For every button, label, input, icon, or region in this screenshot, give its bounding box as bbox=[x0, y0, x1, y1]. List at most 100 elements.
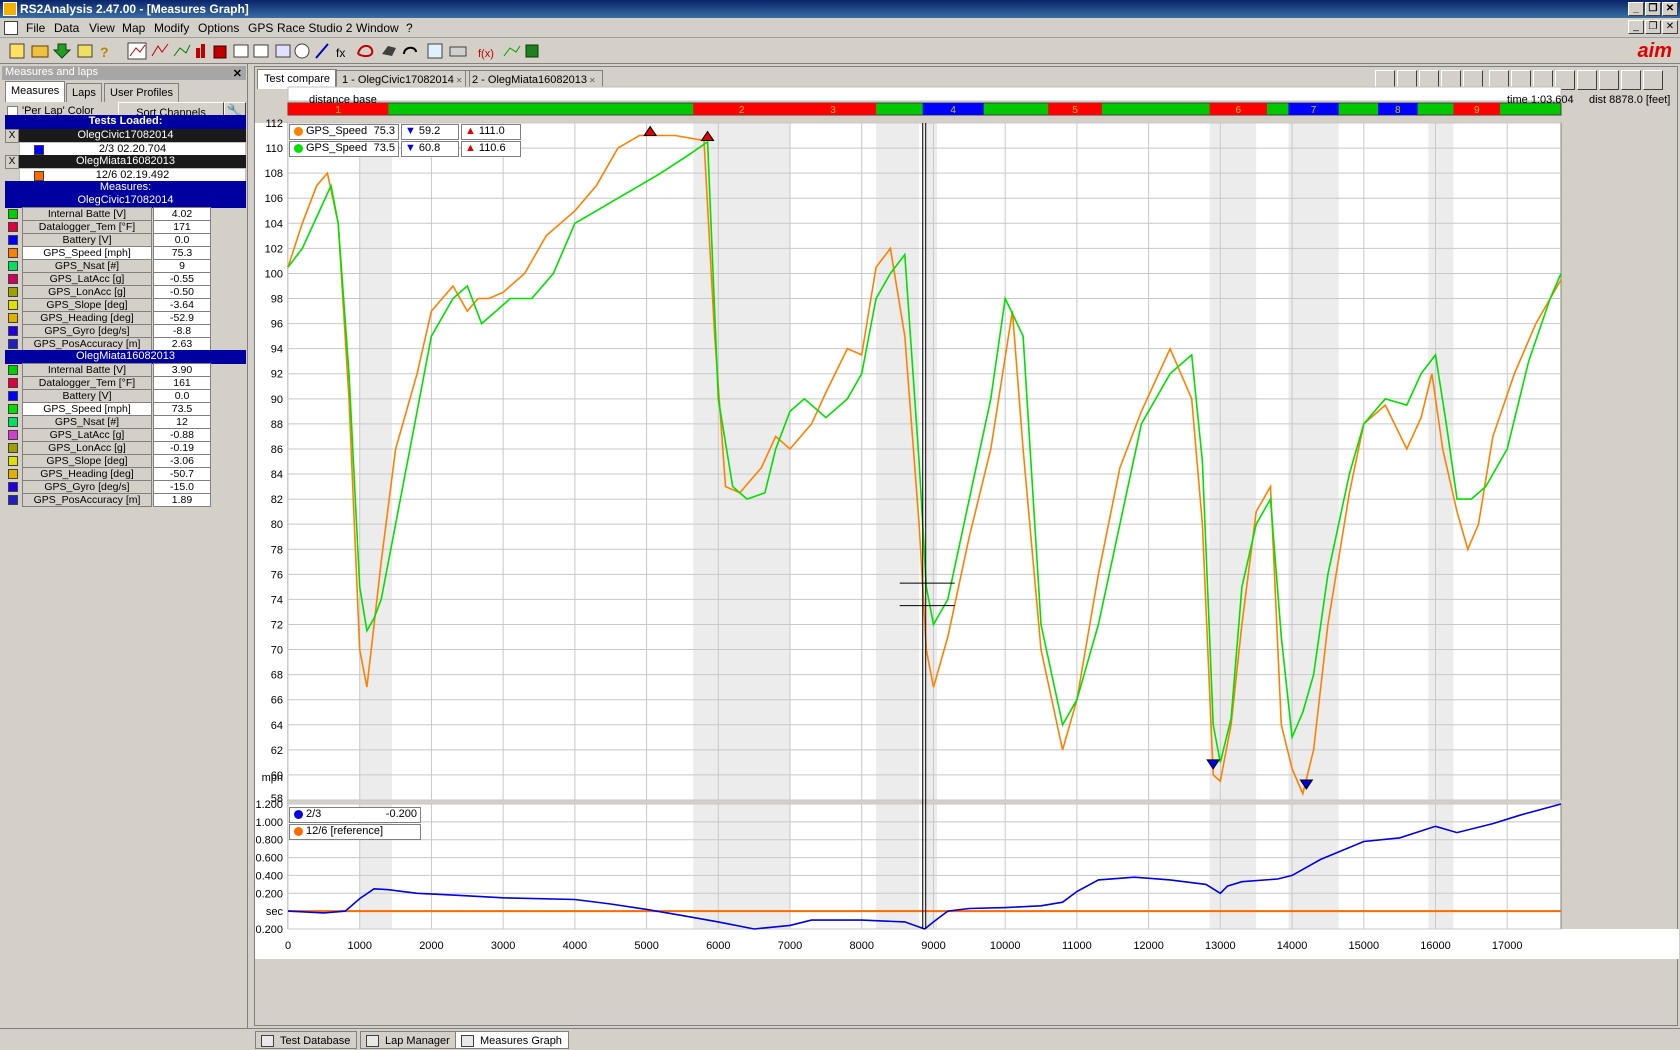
map-icon[interactable] bbox=[382, 46, 396, 56]
channel-name[interactable]: Battery [V] bbox=[22, 389, 152, 403]
bars-icon[interactable] bbox=[196, 44, 205, 58]
channel-name[interactable]: GPS_Nsat [#] bbox=[22, 259, 152, 273]
channel-name[interactable]: GPS_PosAccuracy [m] bbox=[22, 493, 152, 507]
channel-color-swatch[interactable] bbox=[8, 365, 18, 375]
graph-split-icon[interactable] bbox=[173, 44, 191, 57]
channel-color-swatch[interactable] bbox=[8, 222, 18, 232]
histogram-icon[interactable] bbox=[213, 45, 227, 59]
channel-color-swatch[interactable] bbox=[8, 339, 18, 349]
channel-name[interactable]: GPS_LatAcc [g] bbox=[22, 428, 152, 442]
channel-name[interactable]: GPS_LatAcc [g] bbox=[22, 272, 152, 286]
channel-name[interactable]: Battery [V] bbox=[22, 233, 152, 247]
channel-color-swatch[interactable] bbox=[8, 261, 18, 271]
mdi-close-button[interactable]: ✕ bbox=[1662, 20, 1678, 34]
remove-test-icon[interactable]: X bbox=[5, 129, 19, 143]
menu-options[interactable]: Options bbox=[198, 21, 239, 35]
channel-name[interactable]: Internal Batte [V] bbox=[22, 207, 152, 221]
tab-user-profiles[interactable]: User Profiles bbox=[104, 83, 179, 102]
maximize-button[interactable]: ❐ bbox=[1645, 2, 1661, 16]
tab-measures-graph[interactable]: Measures Graph bbox=[455, 1031, 569, 1049]
export-icon[interactable] bbox=[525, 44, 539, 58]
lap-icon[interactable] bbox=[403, 46, 417, 55]
graph-line-icon[interactable] bbox=[127, 42, 147, 60]
tab-laps[interactable]: Laps bbox=[66, 83, 102, 102]
report-icon[interactable] bbox=[253, 44, 269, 58]
channel-name[interactable]: GPS_Slope [deg] bbox=[22, 454, 152, 468]
legend-min: ▼ 60.8 bbox=[401, 141, 459, 157]
menu-file[interactable]: File bbox=[26, 21, 45, 35]
graph-multi-icon[interactable] bbox=[151, 43, 169, 57]
menu-race-studio[interactable]: Race Studio 2 bbox=[277, 21, 352, 35]
track-icon[interactable] bbox=[357, 44, 374, 58]
channel-color-swatch[interactable] bbox=[8, 430, 18, 440]
panel-close-icon[interactable]: ✕ bbox=[233, 67, 242, 80]
channel-name[interactable]: GPS_Slope [deg] bbox=[22, 298, 152, 312]
formula-icon[interactable]: f(x) bbox=[478, 48, 494, 60]
wand-icon[interactable] bbox=[315, 43, 329, 59]
channel-name[interactable]: Datalogger_Tem [°F] bbox=[22, 376, 152, 390]
tab-measures[interactable]: Measures bbox=[5, 81, 66, 102]
channel-color-swatch[interactable] bbox=[8, 313, 18, 323]
channel-name[interactable]: GPS_Gyro [deg/s] bbox=[22, 480, 152, 494]
channel-color-swatch[interactable] bbox=[8, 469, 18, 479]
channel-color-swatch[interactable] bbox=[8, 443, 18, 453]
channel-color-swatch[interactable] bbox=[8, 456, 18, 466]
channel-row: GPS_LatAcc [g] -0.55 bbox=[5, 272, 246, 286]
channel-color-swatch[interactable] bbox=[8, 482, 18, 492]
channel-color-swatch[interactable] bbox=[8, 378, 18, 388]
menu-window[interactable]: Window bbox=[356, 21, 399, 35]
channel-name[interactable]: GPS_Speed [mph] bbox=[22, 402, 152, 416]
print-icon[interactable] bbox=[449, 46, 467, 57]
channel-value: -52.9 bbox=[153, 311, 211, 325]
tab-lap-manager[interactable]: Lap Manager bbox=[360, 1031, 457, 1049]
channel-name[interactable]: Internal Batte [V] bbox=[22, 363, 152, 377]
channel-color-swatch[interactable] bbox=[8, 287, 18, 297]
channel-color-swatch[interactable] bbox=[8, 235, 18, 245]
menu-map[interactable]: Map bbox=[122, 21, 145, 35]
minimize-button[interactable]: _ bbox=[1628, 2, 1644, 16]
channel-color-swatch[interactable] bbox=[8, 417, 18, 427]
measures-graph[interactable]: 1 2 3 4 5 6 7 8 96062646668707274767880828486889… bbox=[255, 67, 1679, 1027]
mdi-restore-button[interactable]: ❐ bbox=[1645, 20, 1661, 34]
channel-name[interactable]: GPS_Heading [deg] bbox=[22, 467, 152, 481]
channel-name[interactable]: GPS_Nsat [#] bbox=[22, 415, 152, 429]
download-icon[interactable] bbox=[52, 43, 72, 59]
channel-name[interactable]: GPS_LonAcc [g] bbox=[22, 285, 152, 299]
menu-help[interactable]: ? bbox=[406, 21, 413, 35]
menu-data[interactable]: Data bbox=[54, 21, 79, 35]
channel-color-swatch[interactable] bbox=[8, 209, 18, 219]
channel-value: -50.7 bbox=[153, 467, 211, 481]
test-color-swatch[interactable] bbox=[34, 145, 44, 155]
zoom-print-icon[interactable] bbox=[427, 43, 443, 59]
channel-color-swatch[interactable] bbox=[8, 300, 18, 310]
channel-color-swatch[interactable] bbox=[8, 495, 18, 505]
compare-icon[interactable] bbox=[503, 45, 521, 57]
channel-name[interactable]: GPS_PosAccuracy [m] bbox=[22, 337, 152, 351]
help-icon[interactable]: ? bbox=[100, 44, 109, 60]
mdi-minimize-button[interactable]: _ bbox=[1628, 20, 1644, 34]
channel-color-swatch[interactable] bbox=[8, 326, 18, 336]
channel-name[interactable]: GPS_LonAcc [g] bbox=[22, 441, 152, 455]
table-icon[interactable] bbox=[233, 44, 249, 58]
menu-modify[interactable]: Modify bbox=[154, 21, 189, 35]
channel-color-swatch[interactable] bbox=[8, 248, 18, 258]
channel-color-swatch[interactable] bbox=[8, 391, 18, 401]
channel-name[interactable]: GPS_Speed [mph] bbox=[22, 246, 152, 260]
channel-name[interactable]: GPS_Gyro [deg/s] bbox=[22, 324, 152, 338]
close-button[interactable]: ✕ bbox=[1662, 2, 1678, 16]
channels-icon[interactable] bbox=[275, 44, 291, 58]
new-icon[interactable] bbox=[9, 43, 25, 59]
menu-gps[interactable]: GPS bbox=[248, 21, 273, 35]
math-icon[interactable]: fx bbox=[336, 46, 345, 60]
channel-color-swatch[interactable] bbox=[8, 404, 18, 414]
import-icon[interactable] bbox=[77, 44, 93, 58]
channel-name[interactable]: Datalogger_Tem [°F] bbox=[22, 220, 152, 234]
tab-test-database[interactable]: Test Database bbox=[255, 1031, 358, 1049]
remove-test-icon[interactable]: X bbox=[5, 155, 19, 169]
channel-name[interactable]: GPS_Heading [deg] bbox=[22, 311, 152, 325]
open-folder-icon[interactable] bbox=[31, 45, 49, 58]
channel-color-swatch[interactable] bbox=[8, 274, 18, 284]
test-color-swatch[interactable] bbox=[34, 171, 44, 181]
menu-view[interactable]: View bbox=[89, 21, 115, 35]
gauge-icon[interactable] bbox=[294, 43, 310, 59]
